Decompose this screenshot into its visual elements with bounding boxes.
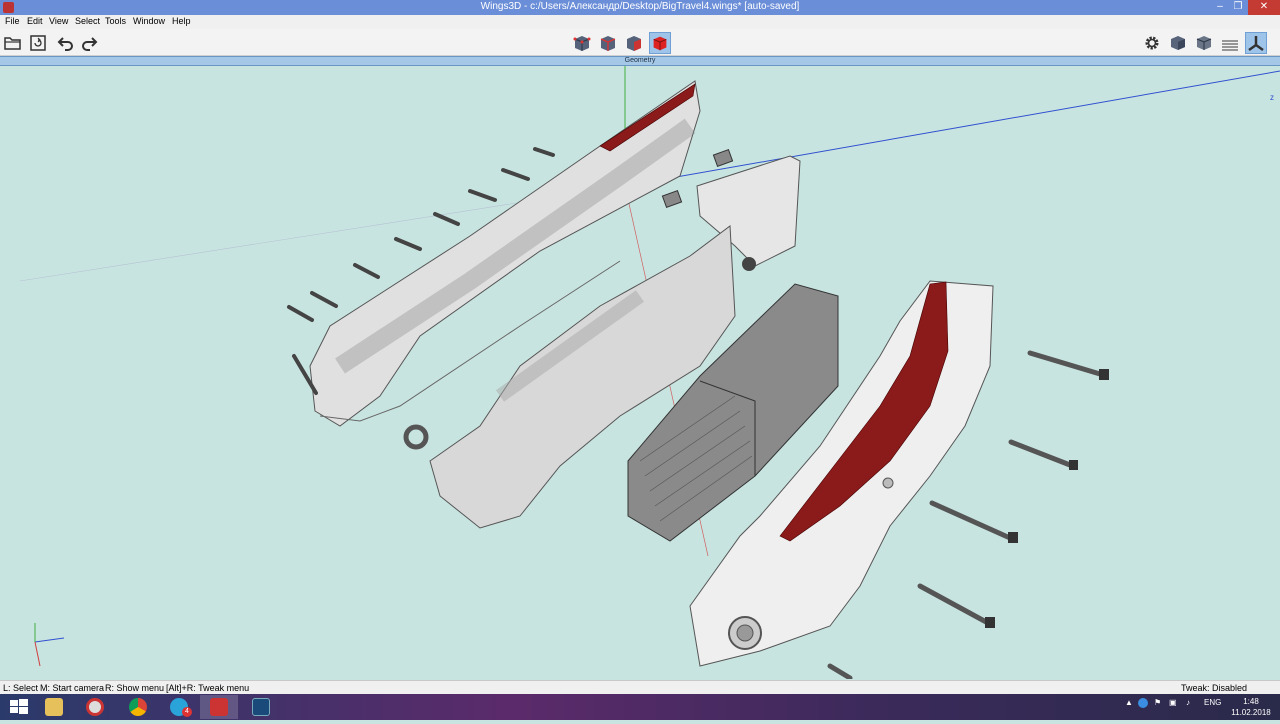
body-select-mode-icon[interactable] [649, 32, 671, 54]
axis-gizmo [34, 623, 65, 667]
wireframe-cube-icon[interactable] [1194, 33, 1214, 53]
tray-volume-icon[interactable]: ♪ [1186, 698, 1190, 707]
menu-bar: File Edit View Select Tools Window Help [0, 15, 1280, 29]
file-explorer-taskbar-icon[interactable] [35, 695, 73, 719]
tray-network-icon[interactable]: ▣ [1169, 698, 1177, 707]
menu-tools[interactable]: Tools [105, 16, 126, 26]
z-axis-label: z [1270, 93, 1274, 102]
status-show-menu: R: Show menu [105, 683, 165, 693]
clock-date: 11.02.2018 [1231, 708, 1271, 717]
open-folder-icon[interactable] [3, 33, 23, 53]
tray-expand-icon[interactable]: ▲ [1125, 698, 1133, 707]
menu-view[interactable]: View [49, 16, 68, 26]
status-left-select: L: Select [3, 683, 39, 693]
menu-select[interactable]: Select [75, 16, 100, 26]
menu-window[interactable]: Window [133, 16, 165, 26]
menu-help[interactable]: Help [172, 16, 191, 26]
status-tweak-menu: [Alt]+R: Tweak menu [166, 683, 250, 693]
clock-time: 1:48 [1243, 697, 1259, 706]
tray-security-icon[interactable]: ⚑ [1154, 698, 1161, 707]
wings3d-taskbar-icon[interactable] [200, 695, 238, 719]
tray-app-icon[interactable] [1138, 698, 1148, 708]
telegram-taskbar-icon[interactable]: 4 [160, 695, 198, 719]
taskbar-clock[interactable]: 1:48 11.02.2018 [1226, 696, 1276, 718]
windows-taskbar: 4 ▲ ⚑ ▣ ♪ ENG 1:48 11.02.2018 [0, 694, 1280, 720]
3d-app-taskbar-icon[interactable] [242, 695, 280, 719]
app-red-circle-taskbar-icon[interactable] [76, 695, 114, 719]
scene-canvas[interactable]: z [0, 66, 1280, 679]
face-select-mode-icon[interactable] [623, 32, 645, 54]
geometry-viewport[interactable]: z [0, 66, 1280, 679]
chrome-taskbar-icon[interactable] [119, 695, 157, 719]
window-title: Wings3D - c:/Users/Александр/Desktop/Big… [480, 1, 800, 12]
close-button[interactable]: ✕ [1248, 0, 1280, 15]
maximize-button[interactable]: ❐ [1230, 0, 1246, 15]
status-bar: L: Select M: Start camera R: Show menu [… [0, 680, 1280, 694]
windows-start-button[interactable] [0, 695, 38, 719]
z-axis-line [624, 70, 1280, 187]
status-tweak-state: Tweak: Disabled [1181, 683, 1248, 693]
title-bar: Wings3D - c:/Users/Александр/Desktop/Big… [0, 0, 1280, 15]
settings-gear-icon[interactable] [1142, 33, 1162, 53]
save-icon[interactable] [28, 33, 48, 53]
ground-plane-icon[interactable] [1220, 33, 1240, 53]
tray-language[interactable]: ENG [1204, 698, 1221, 707]
telegram-badge: 4 [182, 707, 192, 717]
edge-select-mode-icon[interactable] [597, 32, 619, 54]
axes-icon[interactable] [1245, 32, 1267, 54]
vertex-select-mode-icon[interactable] [571, 32, 593, 54]
undo-icon[interactable] [55, 33, 75, 53]
smooth-shading-icon[interactable] [1168, 33, 1188, 53]
menu-edit[interactable]: Edit [27, 16, 43, 26]
status-start-camera: M: Start camera [40, 683, 105, 693]
toolbar [0, 29, 1280, 56]
redo-icon[interactable] [80, 33, 100, 53]
menu-file[interactable]: File [5, 16, 20, 26]
minimize-button[interactable]: – [1212, 0, 1228, 15]
geometry-window-header: Geometry [0, 56, 1280, 66]
